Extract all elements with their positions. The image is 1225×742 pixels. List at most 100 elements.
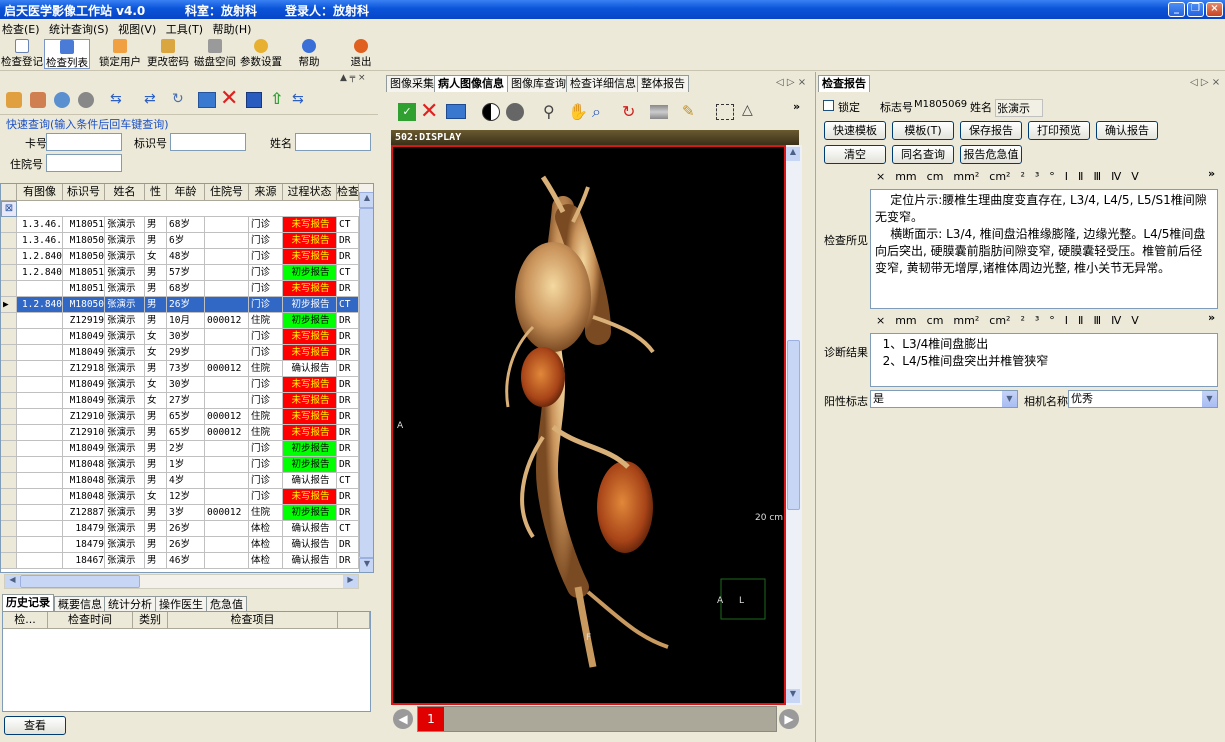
history-col-item[interactable]: 检查项目 xyxy=(168,612,338,629)
table-row[interactable]: M18048 张演示男 1岁 门诊 初步报告 DR xyxy=(1,457,373,473)
format-tool-6[interactable]: ³ xyxy=(1035,170,1039,183)
viewer-scroll-thumb[interactable] xyxy=(787,340,800,510)
format-tool-7[interactable]: ° xyxy=(1049,170,1055,183)
params-button[interactable]: 参数设置 xyxy=(239,39,283,69)
scroll-right-icon[interactable]: ▶ xyxy=(343,575,358,588)
clear-button[interactable]: 清空 xyxy=(824,145,886,164)
format-tool-2[interactable]: cm xyxy=(927,314,944,327)
format-more-icon-2[interactable]: » xyxy=(1208,311,1215,324)
next-page-icon[interactable]: ▶ xyxy=(779,709,799,729)
image-viewport[interactable]: A F 20 cm A L xyxy=(391,145,786,705)
grid-col-1[interactable]: 标识号 xyxy=(63,184,105,201)
save-report-button[interactable]: 保存报告 xyxy=(960,121,1022,140)
name-input[interactable] xyxy=(295,133,371,151)
row-indicator[interactable] xyxy=(1,281,17,297)
grid-col-6[interactable]: 来源 xyxy=(249,184,283,201)
format-tool-0[interactable]: × xyxy=(876,314,885,327)
format-tool-1[interactable]: mm xyxy=(895,314,916,327)
table-row[interactable]: M18048 张演示男 4岁 门诊 确认报告 CT xyxy=(1,473,373,489)
history-col-time[interactable]: 检查时间 xyxy=(48,612,133,629)
monitor-icon[interactable] xyxy=(198,92,216,108)
format-tool-8[interactable]: Ⅰ xyxy=(1065,170,1068,183)
row-indicator[interactable] xyxy=(1,361,17,377)
row-indicator[interactable] xyxy=(1,265,17,281)
menu-help[interactable]: 帮助(H) xyxy=(211,19,256,37)
grid-vscroll[interactable]: ▲ ▼ xyxy=(359,184,373,572)
tab-exam-detail[interactable]: 检查详细信息 xyxy=(566,75,640,92)
tab-nav-icon[interactable]: ◁ ▷ × xyxy=(776,77,806,88)
grid-hscroll-thumb[interactable] xyxy=(20,575,140,588)
viewer-vscroll[interactable]: ▲ ▼ xyxy=(786,145,802,705)
inpatient-input[interactable] xyxy=(46,154,122,172)
lock-checkbox[interactable] xyxy=(823,100,834,111)
history-col-type[interactable]: 类别 xyxy=(133,612,168,629)
help-button[interactable]: 帮助 xyxy=(296,39,322,69)
viewer-scroll-down-icon[interactable]: ▼ xyxy=(786,689,800,703)
template-button[interactable]: 模板(T) xyxy=(892,121,954,140)
format-tool-11[interactable]: Ⅳ xyxy=(1111,314,1121,327)
scroll-left-icon[interactable]: ◀ xyxy=(5,575,20,588)
format-tool-10[interactable]: Ⅲ xyxy=(1093,170,1101,183)
table-row[interactable]: M18049 张演示女 27岁 门诊 未写报告 DR xyxy=(1,393,373,409)
menu-exam[interactable]: 检查(E) xyxy=(0,19,44,37)
grid-col-2[interactable]: 姓名 xyxy=(105,184,145,201)
format-tool-4[interactable]: cm² xyxy=(989,170,1010,183)
row-indicator[interactable] xyxy=(1,313,17,329)
list-button[interactable]: 检查列表 xyxy=(44,39,90,69)
table-row[interactable]: ▶ 1.2.840 M18050 张演示男 26岁 门诊 初步报告 CT xyxy=(1,297,373,313)
menu-tools[interactable]: 工具(T) xyxy=(164,19,207,37)
tab-image-capture[interactable]: 图像采集 xyxy=(386,75,438,92)
tab-report[interactable]: 检查报告 xyxy=(818,75,870,92)
register-button[interactable]: 检查登记 xyxy=(1,39,43,69)
cancel-icon[interactable]: ✕ xyxy=(420,99,438,124)
tab-patient-images[interactable]: 病人图像信息 xyxy=(434,75,508,92)
contrast-icon[interactable] xyxy=(482,103,500,121)
pane-pin-icon[interactable]: ▲ ╤ × xyxy=(340,73,366,83)
report-critical-button[interactable]: 报告危急值 xyxy=(960,145,1022,164)
pan-icon[interactable]: ✋ xyxy=(568,102,588,121)
row-indicator[interactable] xyxy=(1,249,17,265)
row-indicator[interactable] xyxy=(1,425,17,441)
format-tool-1[interactable]: mm xyxy=(895,170,916,183)
findings-textarea[interactable]: 定位片示:腰椎生理曲度变直存在, L3/4, L4/5, L5/S1椎间隙无变窄… xyxy=(870,189,1218,309)
row-indicator[interactable] xyxy=(1,457,17,473)
table-row[interactable]: Z12910 张演示男 65岁 000012 住院 未写报告 DR xyxy=(1,409,373,425)
brush-icon[interactable] xyxy=(6,92,22,108)
page-strip[interactable]: 1 xyxy=(417,706,777,732)
format-tool-6[interactable]: ³ xyxy=(1035,314,1039,327)
grid-vscroll-thumb[interactable] xyxy=(359,208,373,558)
row-indicator[interactable] xyxy=(1,233,17,249)
disk-space-button[interactable]: 磁盘空间 xyxy=(193,39,237,69)
grid-col-8[interactable]: 检查 xyxy=(337,184,359,201)
row-indicator[interactable] xyxy=(1,537,17,553)
grid-col-5[interactable]: 住院号 xyxy=(205,184,249,201)
zoom-icon[interactable]: ⚲ xyxy=(543,102,555,121)
page-number[interactable]: 1 xyxy=(418,707,444,731)
card-input[interactable] xyxy=(46,133,122,151)
format-tool-8[interactable]: Ⅰ xyxy=(1065,314,1068,327)
filter-tool-icon[interactable] xyxy=(650,105,668,119)
table-row[interactable]: Z12910 张演示男 65岁 000012 住院 未写报告 DR xyxy=(1,425,373,441)
row-indicator[interactable] xyxy=(1,505,17,521)
table-row[interactable]: 18479 张演示男 26岁 体检 确认报告 DR xyxy=(1,537,373,553)
viewer-scroll-up-icon[interactable]: ▲ xyxy=(786,147,800,161)
tab-image-library[interactable]: 图像库查询 xyxy=(507,75,570,92)
table-row[interactable]: M18049 张演示女 30岁 门诊 未写报告 DR xyxy=(1,329,373,345)
minimize-button[interactable]: _ xyxy=(1168,2,1185,17)
row-indicator[interactable] xyxy=(1,521,17,537)
quick-template-button[interactable]: 快速模板 xyxy=(824,121,886,140)
change-password-button[interactable]: 更改密码 xyxy=(146,39,190,69)
tab-full-report[interactable]: 整体报告 xyxy=(637,75,689,92)
row-indicator[interactable] xyxy=(1,409,17,425)
view-button[interactable]: 查看 xyxy=(4,716,66,735)
format-tool-7[interactable]: ° xyxy=(1049,314,1055,327)
row-indicator[interactable] xyxy=(1,217,17,233)
format-tool-3[interactable]: mm² xyxy=(953,314,979,327)
report-tab-nav-icon[interactable]: ◁ ▷ × xyxy=(1190,77,1220,88)
confirm-report-button[interactable]: 确认报告 xyxy=(1096,121,1158,140)
history-col-exam[interactable]: 检... xyxy=(3,612,48,629)
format-more-icon[interactable]: » xyxy=(1208,167,1215,180)
format-tool-10[interactable]: Ⅲ xyxy=(1093,314,1101,327)
refresh-icon[interactable]: ↻ xyxy=(172,92,188,108)
transfer-icon[interactable]: ⇆ xyxy=(110,92,132,108)
